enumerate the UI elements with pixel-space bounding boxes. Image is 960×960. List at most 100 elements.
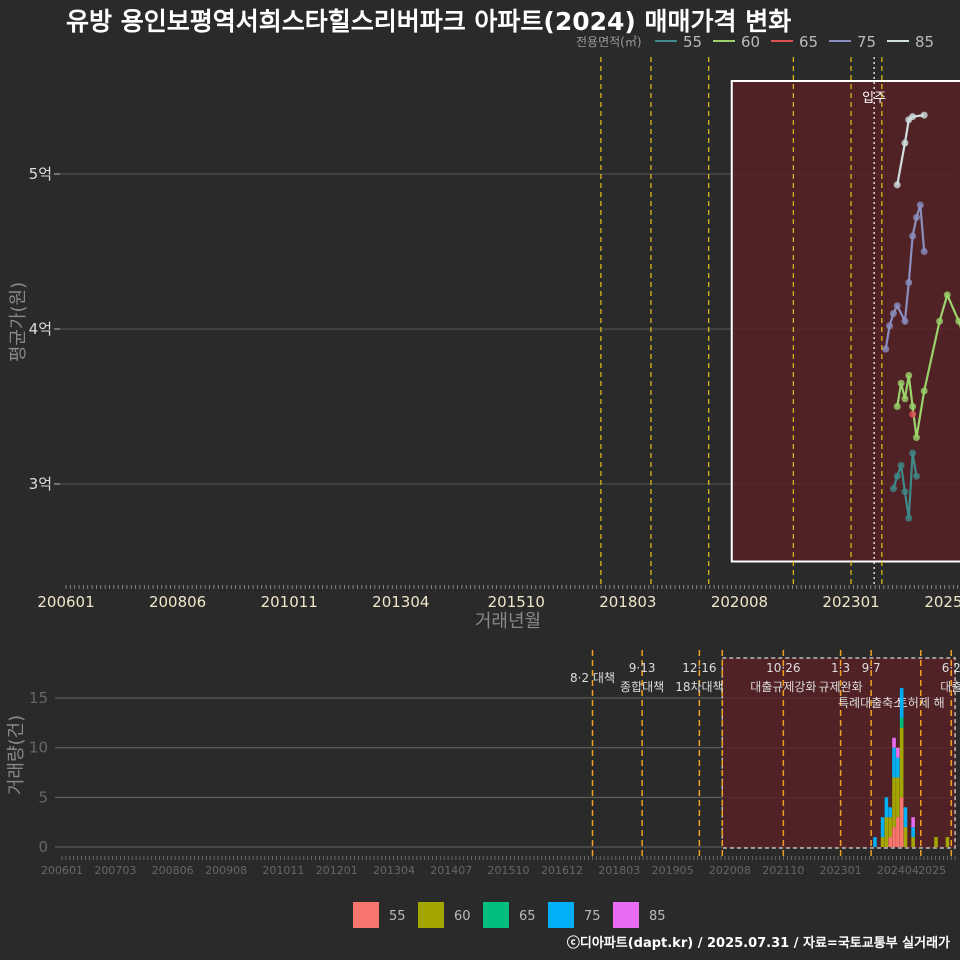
policy-label-top: 10·26 <box>766 661 800 675</box>
legend-swatch-55 <box>353 902 379 928</box>
legend-label-55: 55 <box>683 33 702 51</box>
y-tick-label: 15 <box>29 689 48 707</box>
data-point-65 <box>909 410 917 418</box>
bar-60 <box>903 827 908 847</box>
y-tick-label: 5억 <box>29 165 52 183</box>
policy-label-top: 6·2 <box>942 661 960 675</box>
legend-label-65: 65 <box>519 909 536 924</box>
policy-label: 토허제 해 <box>897 696 945 710</box>
x-tick-label: 200806 <box>152 864 194 877</box>
x-tick-label: 201905 <box>652 864 694 877</box>
x-tick-label: 2025 <box>918 864 946 877</box>
bar-55 <box>899 797 904 847</box>
bar-60 <box>896 777 900 818</box>
x-tick-label: 200908 <box>205 864 247 877</box>
x-tick-label: 201011 <box>261 593 318 611</box>
data-point-85 <box>909 113 917 121</box>
policy-label: 8·2 대책 <box>570 670 615 685</box>
bar-60 <box>899 727 904 798</box>
y-tick-label: 10 <box>29 739 48 757</box>
bar-60 <box>934 837 938 847</box>
x-tick-label: 201304 <box>372 593 429 611</box>
bar-65 <box>899 717 904 728</box>
data-point-55 <box>893 472 901 480</box>
legend-label-60: 60 <box>741 33 760 51</box>
bar-75 <box>873 837 877 847</box>
x-tick-label: 202110 <box>762 864 804 877</box>
bar-75 <box>903 807 908 828</box>
bar-75 <box>880 817 885 838</box>
legend-swatch-75 <box>548 902 574 928</box>
x-tick-label: 200703 <box>94 864 136 877</box>
data-point-75 <box>889 310 897 317</box>
data-point-75 <box>909 232 917 240</box>
data-point-75 <box>920 248 928 255</box>
data-point-55 <box>909 449 917 457</box>
x-tick-label: 201407 <box>430 864 472 877</box>
bar-60 <box>892 777 896 828</box>
legend-swatch-65 <box>483 902 509 928</box>
x-tick-label: 200601 <box>41 864 83 877</box>
x-tick-label: 201510 <box>488 864 530 877</box>
data-point-55 <box>901 488 909 496</box>
footer-credit: ⓒ디아파트(dapt.kr) / 2025.07.31 / 자료=국토교통부 실… <box>567 935 950 951</box>
x-tick-label: 201011 <box>262 864 304 877</box>
data-point-55 <box>905 514 913 522</box>
data-point-75 <box>916 201 924 209</box>
x-tick-label: 202301 <box>820 864 862 877</box>
data-point-75 <box>893 302 901 310</box>
data-point-75 <box>882 345 890 353</box>
y-tick-label: 4억 <box>29 320 52 338</box>
policy-label: 18차대책 <box>675 679 723 694</box>
legend-label-75: 75 <box>857 33 876 51</box>
y-axis-title: 거래량(건) <box>6 715 27 795</box>
legend-swatch-85 <box>613 902 639 928</box>
data-point-75 <box>886 322 894 330</box>
bar-55 <box>892 827 896 847</box>
policy-label-top: 9·7 <box>862 661 881 675</box>
legend-label-85: 85 <box>649 909 666 924</box>
x-tick-label: 202008 <box>709 864 751 877</box>
bar-55 <box>888 837 893 847</box>
legend-label-75: 75 <box>584 909 601 924</box>
data-point-60 <box>912 434 920 441</box>
bar-75 <box>896 757 900 778</box>
x-tick-label: 202008 <box>711 593 768 611</box>
policy-label: 대출규제강화 <box>750 680 816 694</box>
area-legend-bottom: 55 60 65 75 85 <box>353 902 666 928</box>
bar-60 <box>884 817 889 847</box>
data-point-75 <box>912 213 920 221</box>
bar-55 <box>896 817 900 847</box>
data-point-75 <box>901 317 909 325</box>
legend-swatch-60 <box>418 902 444 928</box>
policy-label-top: 1·3 <box>831 661 850 675</box>
data-point-55 <box>912 472 920 480</box>
x-tick-label: 201510 <box>488 593 545 611</box>
x-tick-label: 202404 <box>877 864 919 877</box>
bar-60 <box>911 837 915 847</box>
bar-75 <box>911 827 915 838</box>
bar-60 <box>945 837 950 847</box>
policy-label-top: 12·16 <box>682 661 716 675</box>
data-point-60 <box>897 379 905 387</box>
legend-title: 전용면적(㎡) <box>576 35 642 49</box>
legend-label-85: 85 <box>915 33 934 51</box>
bar-75 <box>892 747 896 778</box>
area-legend-top: 전용면적(㎡) 55 60 65 75 85 <box>576 33 934 51</box>
policy-label: 특례대출축소 <box>838 696 904 710</box>
annotation-label: 입주 <box>862 91 886 106</box>
policy-label-top: 9·13 <box>629 661 656 675</box>
x-tick-label: 201803 <box>599 593 656 611</box>
bar-75 <box>888 807 893 818</box>
data-point-55 <box>897 461 905 469</box>
data-point-60 <box>901 395 909 403</box>
volume-panel: 0 5 10 15 8·2 대책 9·13 종합대책 12·16 18차대책 10·26 대출규제강… <box>6 650 960 877</box>
price-volume-chart: 유방 용인보평역서희스타힐스리버파크 아파트(2024) 매매가격 변화 3억 4… <box>6 7 960 951</box>
data-point-60 <box>943 291 951 299</box>
price-panel: 3억 4억 5억 입주 200601 200806 201011 201304 201510 20… <box>8 57 960 632</box>
bar-60 <box>880 837 885 847</box>
data-point-60 <box>905 372 913 379</box>
data-point-75 <box>905 279 913 286</box>
bar-85 <box>892 737 896 748</box>
bar-85 <box>911 817 915 828</box>
